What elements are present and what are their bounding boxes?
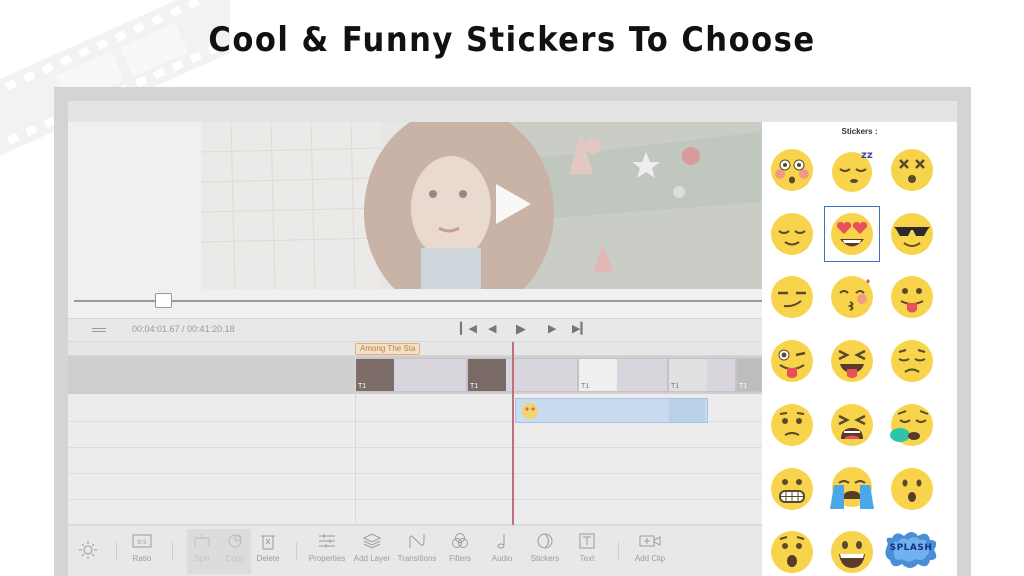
sunglasses-emoji-icon[interactable]: [888, 210, 936, 258]
clip-thumbnail: T1: [579, 359, 617, 391]
title-bar: [68, 101, 957, 122]
grimacing-emoji-icon[interactable]: [768, 465, 816, 513]
disappointed-emoji-icon[interactable]: [888, 337, 936, 385]
timeline-clip[interactable]: T1: [467, 358, 578, 392]
seek-handle[interactable]: [155, 293, 172, 308]
timeline-row: [68, 422, 762, 448]
dizzy-emoji-icon[interactable]: [888, 146, 936, 194]
seek-bar[interactable]: [74, 300, 762, 302]
timecode-display: 00:04:01.67 / 00:41:20.18: [132, 324, 235, 334]
promo-headline: Cool & Funny Stickers To Choose: [208, 20, 816, 60]
text-label: Text: [579, 554, 595, 563]
astonished-emoji-icon[interactable]: [768, 528, 816, 576]
tired-emoji-icon[interactable]: [828, 401, 876, 449]
timeline-clip[interactable]: T1: [668, 358, 736, 392]
sleeping-emoji-icon[interactable]: zz: [829, 146, 877, 194]
sticker-clip[interactable]: [515, 398, 708, 423]
stickers-panel-title: Stickers :: [841, 127, 878, 136]
grinning-emoji-icon[interactable]: [828, 528, 876, 576]
skip-start-icon[interactable]: ▎◀: [460, 322, 477, 335]
timeline-row: [68, 500, 762, 525]
sticker-clip-thumbnail: [669, 399, 705, 422]
filters-icon: [452, 533, 468, 548]
clip-label: T1: [739, 383, 748, 390]
sleepy-mask-emoji-icon[interactable]: [888, 401, 936, 449]
music-note-icon: [497, 534, 505, 549]
sun-icon: [79, 541, 97, 559]
timeline: Among The Sta T1 T1 T1 T1 T1: [68, 342, 762, 525]
winking-tongue-emoji-icon[interactable]: [768, 337, 816, 385]
toolbar-separator: [172, 542, 173, 560]
stickers-panel: Stickers : zz SPLASH: [762, 122, 957, 576]
timeline-row: [68, 474, 762, 500]
clip-label: T1: [671, 383, 680, 390]
brightness-button[interactable]: [68, 540, 114, 560]
svg-text:zz: zz: [861, 150, 873, 161]
clip-thumbnail: T1: [669, 359, 707, 391]
skip-end-icon[interactable]: ▶▎: [572, 322, 589, 335]
confused-emoji-icon[interactable]: [768, 401, 816, 449]
hushed-emoji-icon[interactable]: [888, 465, 936, 513]
track-divider: [355, 356, 356, 525]
video-frame-image: [201, 122, 762, 289]
text-icon: [579, 533, 595, 549]
squinting-tongue-emoji-icon[interactable]: [828, 337, 876, 385]
flushed-emoji-icon[interactable]: [768, 146, 816, 194]
clip-thumbnail: T1: [356, 359, 394, 391]
play-button[interactable]: ▶: [516, 321, 526, 337]
delete-button[interactable]: Delete: [242, 532, 294, 563]
menu-lines-icon[interactable]: [92, 328, 106, 334]
step-forward-icon[interactable]: ▶: [548, 322, 556, 335]
heart-eyes-emoji-icon[interactable]: [824, 206, 880, 262]
delete-label: Delete: [256, 554, 280, 563]
timeline-row: [68, 448, 762, 474]
add-clip-button[interactable]: Add Clip: [624, 532, 676, 563]
layers-icon: [362, 533, 382, 549]
relieved-emoji-icon[interactable]: [768, 210, 816, 258]
trash-icon: [261, 535, 275, 550]
transport-bar: 00:04:01.67 / 00:41:20.18 ▎◀ ◀ ▶ ▶ ▶▎: [68, 318, 762, 342]
clip-label: T1: [581, 383, 590, 390]
splash-sticker-text: SPLASH: [889, 543, 933, 553]
ratio-label: Ratio: [132, 554, 152, 563]
video-preview[interactable]: [201, 122, 762, 289]
ratio-button[interactable]: 9:5 Ratio: [116, 532, 168, 563]
promo-canvas: Cool & Funny Stickers To Choose 00:04:01…: [0, 0, 1024, 576]
preview-area: [68, 122, 762, 318]
clip-title-tag[interactable]: Among The Sta: [355, 343, 421, 355]
bottom-toolbar: 9:5 Ratio Split Copy Delete Properties A…: [68, 525, 762, 576]
timeline-clip[interactable]: T1: [578, 358, 668, 392]
clip-label: T1: [470, 383, 479, 390]
clip-label: T1: [358, 383, 367, 390]
kissing-blush-emoji-icon[interactable]: [828, 273, 876, 321]
sticker-icon: [537, 533, 553, 549]
timeline-clip[interactable]: T1: [355, 358, 467, 392]
add-clip-label: Add Clip: [634, 554, 666, 563]
timeline-clip[interactable]: T1: [736, 358, 762, 392]
splash-sticker[interactable]: SPLASH: [882, 528, 940, 572]
tongue-out-emoji-icon[interactable]: [888, 273, 936, 321]
toolbar-separator: [296, 542, 297, 560]
step-back-icon[interactable]: ◀: [488, 322, 496, 335]
ratio-icon: 9:5: [132, 534, 152, 548]
clip-thumbnail: T1: [468, 359, 506, 391]
toolbar-separator: [618, 542, 619, 560]
text-button[interactable]: Text: [561, 532, 613, 563]
heart-eyes-emoji-icon: [522, 403, 538, 419]
sliders-icon: [319, 534, 335, 548]
video-editor-window: 00:04:01.67 / 00:41:20.18 ▎◀ ◀ ▶ ▶ ▶▎ Am…: [68, 101, 957, 576]
video-track: T1 T1 T1 T1 T1: [68, 356, 762, 394]
svg-text:9:5: 9:5: [137, 539, 147, 546]
smirk-emoji-icon[interactable]: [768, 273, 816, 321]
crying-emoji-icon[interactable]: [828, 465, 876, 513]
video-camera-icon: [639, 535, 661, 547]
playhead[interactable]: [512, 342, 514, 525]
clip-thumbnail: T1: [737, 359, 761, 391]
transitions-icon: [409, 534, 425, 548]
